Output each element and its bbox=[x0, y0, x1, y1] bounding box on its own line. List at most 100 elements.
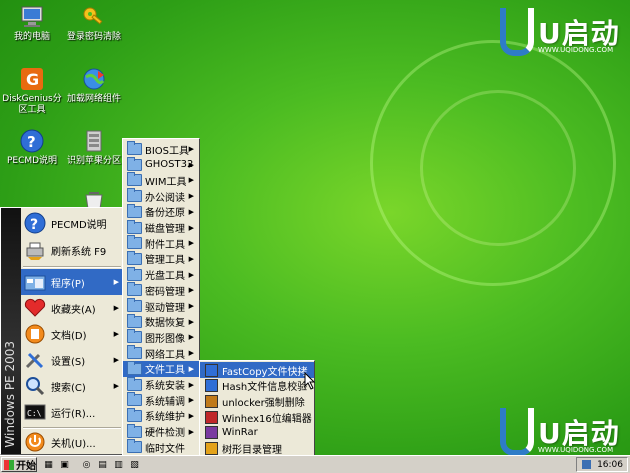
mouse-cursor bbox=[304, 372, 316, 390]
folder-icon bbox=[126, 235, 142, 250]
programs-item[interactable]: 附件工具 ▶ bbox=[123, 235, 199, 251]
start-menu-banner: Windows PE 2003 bbox=[1, 208, 21, 454]
file-tools-item[interactable]: unlocker强制删除 bbox=[200, 393, 314, 409]
start-item-documents[interactable]: 文档(D) ▶ bbox=[21, 321, 123, 347]
unlocker-wand-icon bbox=[203, 394, 219, 408]
programs-item[interactable]: GHOST32 ▶ bbox=[123, 156, 199, 173]
svg-text:G: G bbox=[26, 70, 39, 89]
programs-submenu: BIOS工具 ▶ GHOST32 ▶ WIM工具 ▶ 办公阅读 ▶ 备份还原 ▶ 磁盘管理 ▶ 附件工具… bbox=[122, 138, 200, 471]
quicklaunch-search-icon[interactable]: ◎ bbox=[80, 458, 93, 471]
folder-icon bbox=[126, 392, 142, 407]
diskgenius-icon: G bbox=[19, 66, 45, 92]
folder-icon bbox=[126, 250, 142, 266]
file-tools-item[interactable]: Hash文件信息校验 bbox=[200, 378, 314, 394]
folder-icon bbox=[126, 298, 142, 313]
start-item-programs[interactable]: 程序(P) ▶ bbox=[21, 269, 123, 295]
file-tools-item[interactable]: Winhex16位编辑器 bbox=[200, 409, 314, 425]
folder-icon bbox=[126, 219, 142, 235]
winhex-icon bbox=[203, 410, 219, 424]
programs-item[interactable]: 驱动管理 ▶ bbox=[123, 298, 199, 314]
folder-icon bbox=[126, 141, 142, 156]
programs-item[interactable]: 备份还原 ▶ bbox=[123, 203, 199, 220]
programs-item[interactable]: 系统辅调 ▶ bbox=[123, 392, 199, 408]
start-item-run[interactable]: C:\ 运行(R)... bbox=[21, 399, 123, 425]
folder-icon bbox=[126, 203, 142, 219]
refresh-printer-icon bbox=[23, 239, 47, 261]
shutdown-icon bbox=[23, 431, 47, 453]
folder-icon bbox=[126, 156, 142, 172]
programs-item[interactable]: 光盘工具 ▶ bbox=[123, 266, 199, 283]
programs-item[interactable]: BIOS工具 ▶ bbox=[123, 141, 199, 157]
quicklaunch-tools-icon[interactable]: ▥ bbox=[112, 458, 125, 471]
programs-item[interactable]: 网络工具 ▶ bbox=[123, 345, 199, 361]
folder-icon bbox=[126, 345, 142, 360]
svg-text:?: ? bbox=[30, 217, 38, 233]
programs-item[interactable]: 密码管理 ▶ bbox=[123, 282, 199, 298]
programs-item[interactable]: 管理工具 ▶ bbox=[123, 250, 199, 267]
folder-icon bbox=[126, 407, 142, 423]
desktop-icon-pecmd-help[interactable]: ? PECMD说明 bbox=[2, 128, 62, 167]
file-tools-item[interactable]: FastCopy文件快拷 bbox=[200, 362, 314, 378]
start-menu: Windows PE 2003 ? PECMD说明 刷新系统 F9 程序(P) … bbox=[0, 207, 124, 455]
programs-item[interactable]: 办公阅读 ▶ bbox=[123, 188, 199, 204]
start-item-search[interactable]: 搜索(C) ▶ bbox=[21, 373, 123, 399]
folder-icon bbox=[126, 266, 142, 282]
quicklaunch-folder-icon[interactable]: ▣ bbox=[58, 458, 71, 471]
programs-item[interactable]: 磁盘管理 ▶ bbox=[123, 219, 199, 236]
start-item-favorites[interactable]: 收藏夹(A) ▶ bbox=[21, 295, 123, 321]
folder-icon bbox=[126, 360, 142, 376]
folder-icon bbox=[126, 188, 142, 203]
programs-item[interactable]: 系统安装 ▶ bbox=[123, 376, 199, 393]
folder-icon bbox=[126, 423, 142, 439]
computer-icon bbox=[19, 4, 45, 30]
desktop-icon-apple-partition[interactable]: 识别苹果分区 bbox=[64, 128, 124, 167]
folder-icon bbox=[126, 282, 142, 297]
svg-text:?: ? bbox=[27, 133, 36, 151]
desktop-icon-my-computer[interactable]: 我的电脑 bbox=[2, 4, 62, 43]
key-icon bbox=[81, 4, 107, 30]
programs-item[interactable]: WIM工具 ▶ bbox=[123, 172, 199, 188]
help-icon: ? bbox=[23, 212, 47, 234]
background-swirl bbox=[420, 90, 576, 246]
search-icon bbox=[23, 375, 47, 397]
programs-item[interactable]: 硬件检测 ▶ bbox=[123, 423, 199, 440]
taskbar: 开始 ▦ ▣ ◎ ▤ ▥ ▧ 16:06 bbox=[0, 455, 630, 473]
quicklaunch-media-icon[interactable]: ▧ bbox=[128, 458, 141, 471]
svg-text:C:\: C:\ bbox=[27, 409, 42, 418]
winrar-icon bbox=[203, 426, 219, 440]
desktop-icon-load-network[interactable]: 加载网络组件 bbox=[64, 66, 124, 105]
quicklaunch-network-icon[interactable]: ▤ bbox=[96, 458, 109, 471]
folder-icon bbox=[126, 376, 142, 392]
disk-drive-icon bbox=[81, 128, 107, 154]
start-item-settings[interactable]: 设置(S) ▶ bbox=[21, 347, 123, 373]
tree-folder-icon bbox=[203, 442, 219, 456]
start-item-shutdown[interactable]: 关机(U)... bbox=[21, 429, 123, 455]
folder-icon bbox=[126, 313, 142, 329]
programs-item[interactable]: 临时文件 bbox=[123, 439, 199, 455]
folder-icon bbox=[126, 329, 142, 344]
programs-item[interactable]: 图形图像 ▶ bbox=[123, 329, 199, 345]
file-tools-item[interactable]: WinRar bbox=[200, 425, 314, 441]
desktop-icon-diskgenius[interactable]: G DiskGenius分区工具 bbox=[2, 66, 62, 116]
network-globe-icon bbox=[81, 66, 107, 92]
help-icon: ? bbox=[19, 128, 45, 154]
programs-item[interactable]: 系统维护 ▶ bbox=[123, 407, 199, 424]
favorites-heart-icon bbox=[23, 297, 47, 319]
start-button[interactable]: 开始 bbox=[1, 457, 37, 472]
desktop-icon-clear-password[interactable]: 登录密码清除 bbox=[64, 4, 124, 43]
start-item-pecmd-help[interactable]: ? PECMD说明 bbox=[21, 210, 123, 236]
start-menu-separator bbox=[23, 266, 121, 268]
windows-flag-icon bbox=[4, 459, 14, 470]
quicklaunch-desktop-icon[interactable]: ▦ bbox=[42, 458, 55, 471]
programs-icon bbox=[23, 271, 47, 293]
settings-tools-icon bbox=[23, 349, 47, 371]
programs-item[interactable]: 文件工具 ▶ bbox=[123, 360, 199, 377]
hash-icon bbox=[203, 379, 219, 393]
start-item-refresh-system[interactable]: 刷新系统 F9 bbox=[21, 237, 123, 263]
fastcopy-icon bbox=[203, 363, 219, 377]
run-terminal-icon: C:\ bbox=[23, 401, 47, 423]
programs-item[interactable]: 数据恢复 ▶ bbox=[123, 313, 199, 330]
tray-network-icon[interactable] bbox=[582, 460, 592, 469]
file-folder-icon bbox=[126, 439, 142, 454]
clock[interactable]: 16:06 bbox=[597, 460, 623, 470]
